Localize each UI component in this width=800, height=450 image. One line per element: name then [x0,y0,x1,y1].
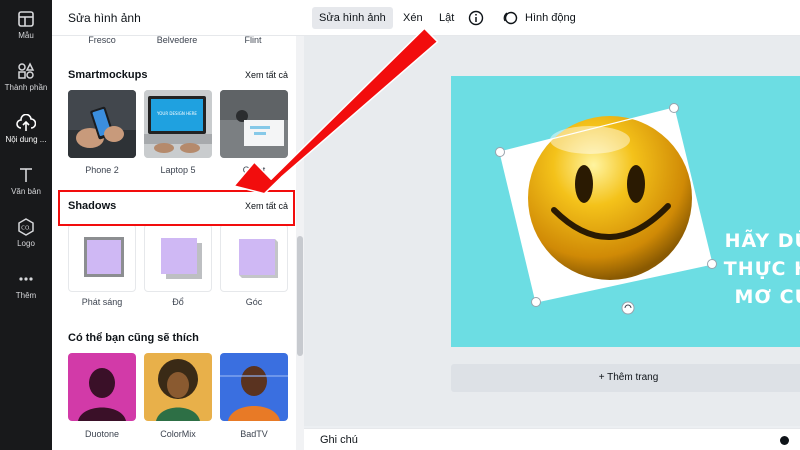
template-icon [18,11,34,27]
mockup-laptop[interactable]: YOUR DESIGN HERE [144,90,212,158]
text-icon [20,168,32,182]
effect-colormix[interactable] [144,353,212,421]
panel-scrollbar-thumb[interactable] [297,236,303,356]
shadow-glow-preview [84,237,124,277]
phone-mockup-image [68,90,136,158]
rail-item-logo[interactable]: CO. Logo [0,218,52,270]
logo-icon: CO. [18,218,34,236]
resize-handle-bottom-left[interactable] [531,297,541,307]
smiley-image-selection[interactable] [484,96,734,316]
status-dot [780,436,789,445]
add-page-button[interactable]: + Thêm trang [451,364,800,392]
shadow-label-angle: Góc [245,297,263,307]
shadow-glow[interactable] [68,224,136,292]
info-icon[interactable] [468,10,484,26]
rail-label-elements: Thành phần [4,83,48,92]
resize-handle-top-right[interactable] [669,103,679,113]
rail-label-logo: Logo [17,239,35,248]
mockup-greeting[interactable] [220,90,288,158]
mockup-phone[interactable] [68,90,136,158]
flip-button[interactable]: Lật [432,7,461,29]
shadows-highlight-box [58,190,295,226]
crop-button[interactable]: Xén [396,7,430,29]
suggested-title: Có thể bạn cũng sẽ thích [68,332,199,344]
duotone-preview [68,353,136,421]
rail-label-templates: Mẫu [18,31,34,40]
rail-item-elements[interactable]: Thành phần [0,62,52,114]
colormix-preview [144,353,212,421]
left-rail: Mẫu Thành phần Nội dung ... Văn bản CO. … [0,0,52,450]
shadow-drop-preview [161,238,202,279]
effect-label-duotone: Duotone [84,429,120,439]
mockup-label-phone: Phone 2 [85,165,119,175]
smartmockups-see-all[interactable]: Xem tất cả [245,70,288,80]
resize-handle-bottom-right[interactable] [707,259,717,269]
elements-icon [18,62,35,79]
bottom-bar: Ghi chú [304,428,800,450]
animate-button[interactable]: Hình động [518,7,583,29]
upload-icon [16,114,36,131]
greeting-mockup-image [220,90,288,158]
effect-label-badtv: BadTV [240,429,268,439]
animate-icon[interactable] [502,10,518,26]
resize-handle-top-left[interactable] [495,147,505,157]
top-toolbar: Sửa hình ảnh Xén Lật Hình động [304,0,800,36]
more-icon [19,277,33,281]
effect-badtv[interactable] [220,353,288,421]
rail-item-more[interactable]: Thêm [0,270,52,322]
effect-label-colormix: ColorMix [160,429,196,439]
shadow-angle[interactable] [220,224,288,292]
filter-label-belvedere[interactable]: Belvedere [137,35,217,45]
rail-label-more: Thêm [15,291,37,300]
rail-label-text: Văn bản [11,187,41,196]
laptop-screen-text: YOUR DESIGN HERE [156,111,197,116]
page-text-line-2[interactable]: THỰC H [724,258,800,280]
laptop-mockup-image: YOUR DESIGN HERE [144,90,212,158]
rail-item-uploads[interactable]: Nội dung ... [0,114,52,166]
panel-header: Sửa hình ảnh [52,0,304,36]
page-text-line-3[interactable]: MƠ CỦ [735,286,800,308]
shadow-angle-preview [239,239,278,278]
rail-item-text[interactable]: Văn bản [0,166,52,218]
smartmockups-title: Smartmockups [68,69,148,81]
effect-duotone[interactable] [68,353,136,421]
canvas-workspace: HÃY DŨ THỰC H MƠ CỦ + Thêm trang [304,36,800,426]
svg-text:CO.: CO. [21,226,31,232]
edit-image-button[interactable]: Sửa hình ảnh [312,7,393,29]
page-text-line-1[interactable]: HÃY DŨ [725,230,800,252]
rotate-handle-icon[interactable] [621,301,635,315]
badtv-preview [220,353,288,421]
mockup-label-greeting: Greet [242,165,266,175]
mockup-label-laptop: Laptop 5 [160,165,196,175]
rail-label-uploads: Nội dung ... [5,135,47,144]
filter-label-flint[interactable]: Flint [213,35,293,45]
notes-button[interactable]: Ghi chú [320,434,358,446]
filter-label-fresco[interactable]: Fresco [62,35,142,45]
panel-title: Sửa hình ảnh [68,11,141,25]
rail-item-templates[interactable]: Mẫu [0,10,52,62]
shadow-drop[interactable] [144,224,212,292]
shadow-label-drop: Đổ [172,297,184,307]
shadow-label-glow: Phát sáng [81,297,123,307]
